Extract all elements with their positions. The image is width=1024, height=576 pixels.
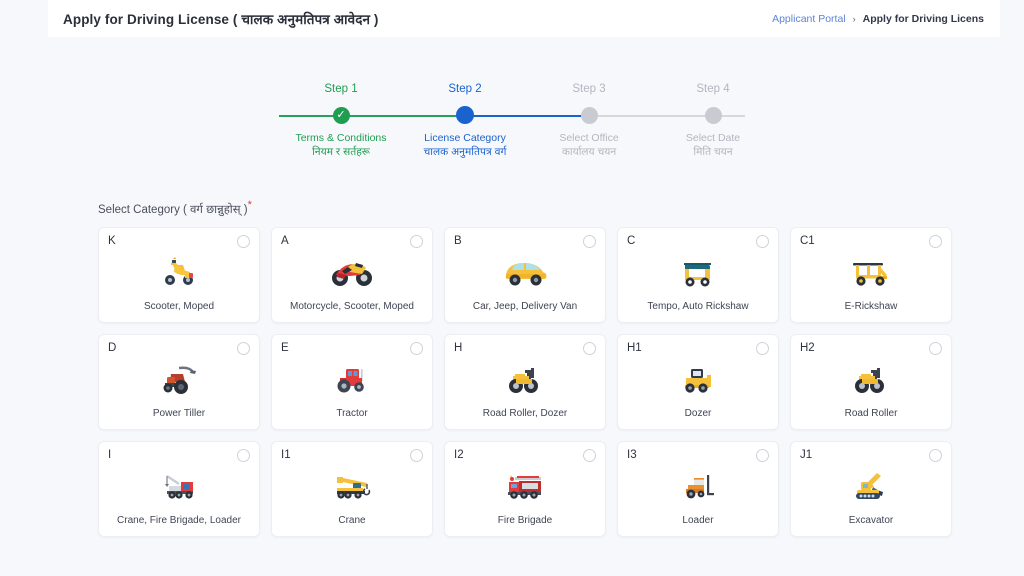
category-card-a[interactable]: A Motorcycle, Scooter, Moped xyxy=(271,227,433,323)
select-category-label-text: Select Category ( वर्ग छान्नुहोस् ) xyxy=(98,203,248,216)
category-name: Dozer xyxy=(684,407,712,419)
stepper-step-4[interactable]: Step 4 Select Date मिति चयन xyxy=(643,82,783,159)
category-card-h[interactable]: H Road Roller, Dozer xyxy=(444,334,606,430)
category-card-e[interactable]: E Tractor xyxy=(271,334,433,430)
step-3-number: Step 3 xyxy=(572,83,606,95)
step-1-dot: ✓ xyxy=(332,107,350,124)
category-name: E-Rickshaw xyxy=(844,300,898,312)
category-radio-h2[interactable] xyxy=(929,342,942,355)
category-radio-j1[interactable] xyxy=(929,449,942,462)
scooter-icon xyxy=(108,246,250,301)
category-radio-i3[interactable] xyxy=(756,449,769,462)
tractor-icon xyxy=(281,353,423,408)
category-card-i[interactable]: I Crane, Fire Brigade, Loader xyxy=(98,441,260,537)
stepper-step-3[interactable]: Step 3 Select Office कार्यालय चयन xyxy=(519,82,659,159)
category-name: Scooter, Moped xyxy=(143,300,215,312)
category-card-j1[interactable]: J1 Excavator xyxy=(790,441,952,537)
road-roller-icon xyxy=(454,353,596,408)
select-category-label: Select Category ( वर्ग छान्नुहोस् )* xyxy=(98,199,252,217)
stepper-step-1[interactable]: Step 1 ✓ Terms & Conditions नियम र सर्तह… xyxy=(271,82,411,159)
category-card-c1[interactable]: C1 E-Rickshaw xyxy=(790,227,952,323)
road-roller-icon xyxy=(800,353,942,408)
e-rickshaw-icon xyxy=(800,246,942,301)
breadcrumb-current: Apply for Driving Licens xyxy=(862,12,984,25)
step-2-label-np: चालक अनुमतिपत्र वर्ग xyxy=(423,146,507,158)
category-card-i3[interactable]: I3 Loader xyxy=(617,441,779,537)
page-header: Apply for Driving License ( चालक अनुमतिप… xyxy=(48,0,1000,37)
category-radio-c[interactable] xyxy=(756,235,769,248)
category-name: Fire Brigade xyxy=(497,514,553,526)
breadcrumb-separator-icon: › xyxy=(852,13,856,24)
page-title: Apply for Driving License ( चालक अनुमतिप… xyxy=(63,11,379,27)
category-radio-d[interactable] xyxy=(237,342,250,355)
step-1-label-np: नियम र सर्तहरू xyxy=(312,146,370,158)
breadcrumb: Applicant Portal › Apply for Driving Lic… xyxy=(772,13,984,25)
check-icon: ✓ xyxy=(336,109,346,121)
category-name: Crane, Fire Brigade, Loader xyxy=(117,514,241,526)
dozer-icon xyxy=(627,353,769,408)
category-radio-i[interactable] xyxy=(237,449,250,462)
forklift-icon xyxy=(627,460,769,515)
category-grid: K Scooter, Moped A Motorcycle, Scooter, Mop… xyxy=(98,227,953,537)
category-card-i2[interactable]: I2 Fire Brigade xyxy=(444,441,606,537)
category-card-b[interactable]: B Car, Jeep, Delivery Van xyxy=(444,227,606,323)
step-1-number: Step 1 xyxy=(324,83,358,95)
category-radio-i2[interactable] xyxy=(583,449,596,462)
category-name: Tempo, Auto Rickshaw xyxy=(647,300,749,312)
category-name: Tractor xyxy=(336,407,368,419)
auto-rickshaw-icon xyxy=(627,246,769,301)
breadcrumb-link-applicant-portal[interactable]: Applicant Portal xyxy=(772,13,846,25)
category-card-d[interactable]: D Power Tiller xyxy=(98,334,260,430)
category-radio-h[interactable] xyxy=(583,342,596,355)
step-4-dot xyxy=(704,107,722,124)
step-4-label-np: मिति चयन xyxy=(693,146,733,158)
mobile-crane-icon xyxy=(281,460,423,515)
required-asterisk: * xyxy=(247,199,252,211)
step-4-number: Step 4 xyxy=(696,83,730,95)
step-1-label-en: Terms & Conditions xyxy=(295,132,387,144)
crane-truck-icon xyxy=(108,460,250,515)
category-radio-h1[interactable] xyxy=(756,342,769,355)
category-name: Loader xyxy=(682,514,714,526)
category-name: Road Roller, Dozer xyxy=(482,407,568,419)
step-3-label-np: कार्यालय चयन xyxy=(561,146,617,158)
category-radio-c1[interactable] xyxy=(929,235,942,248)
stepper-step-2[interactable]: Step 2 License Category चालक अनुमतिपत्र … xyxy=(395,82,535,159)
category-name: Power Tiller xyxy=(152,407,206,419)
category-card-k[interactable]: K Scooter, Moped xyxy=(98,227,260,323)
category-card-h1[interactable]: H1 Dozer xyxy=(617,334,779,430)
step-3-dot xyxy=(580,107,598,124)
power-tiller-icon xyxy=(108,353,250,408)
category-radio-a[interactable] xyxy=(410,235,423,248)
category-radio-b[interactable] xyxy=(583,235,596,248)
category-name: Car, Jeep, Delivery Van xyxy=(472,300,578,312)
category-radio-k[interactable] xyxy=(237,235,250,248)
step-3-label-en: Select Office xyxy=(559,132,619,144)
fire-engine-icon xyxy=(454,460,596,515)
category-name: Motorcycle, Scooter, Moped xyxy=(290,300,414,312)
progress-stepper: Step 1 ✓ Terms & Conditions नियम र सर्तह… xyxy=(279,82,745,162)
category-name: Excavator xyxy=(848,514,894,526)
category-radio-e[interactable] xyxy=(410,342,423,355)
step-2-dot xyxy=(456,106,474,124)
category-card-c[interactable]: C Tempo, Auto Rickshaw xyxy=(617,227,779,323)
car-icon xyxy=(454,246,596,301)
step-4-label-en: Select Date xyxy=(685,132,741,144)
category-radio-i1[interactable] xyxy=(410,449,423,462)
category-card-h2[interactable]: H2 Road Roller xyxy=(790,334,952,430)
excavator-icon xyxy=(800,460,942,515)
category-name: Road Roller xyxy=(844,407,898,419)
category-name: Crane xyxy=(338,514,366,526)
step-2-label-en: License Category xyxy=(424,132,506,144)
motorcycle-icon xyxy=(281,246,423,301)
category-card-i1[interactable]: I1 Crane xyxy=(271,441,433,537)
step-2-number: Step 2 xyxy=(448,83,482,95)
